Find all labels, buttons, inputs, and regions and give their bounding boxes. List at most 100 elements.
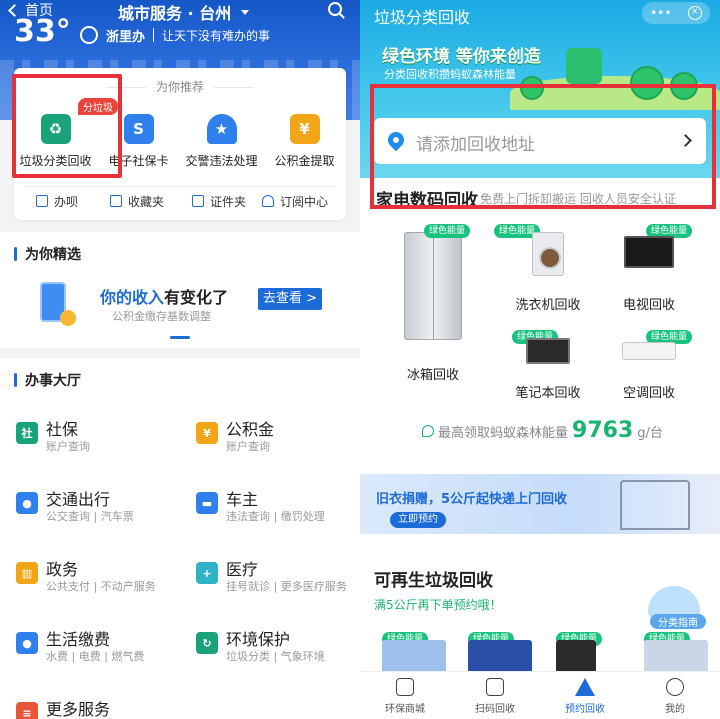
divider bbox=[24, 186, 336, 187]
hall-item-subtitle: 公交查询 | 汽车票 bbox=[46, 510, 134, 523]
tool-label: 订阅中心 bbox=[280, 194, 329, 209]
tool-label: 办呗 bbox=[54, 194, 79, 209]
recyclable-title: 可再生垃圾回收 bbox=[374, 571, 493, 591]
sort-guide-button[interactable]: 分类指南 bbox=[644, 582, 708, 629]
tab-label: 扫码回收 bbox=[475, 704, 515, 715]
hall-item-title: 公积金 bbox=[226, 420, 275, 439]
hall-item-subtitle: 账户查询 bbox=[226, 440, 270, 453]
tool-ban-bei[interactable]: 办呗 bbox=[36, 192, 78, 210]
section-bar bbox=[14, 373, 17, 387]
hall-item[interactable]: 社社保 账户查询 bbox=[0, 398, 180, 468]
shoes-icon[interactable] bbox=[468, 640, 532, 674]
garbage-recycle-screen: 垃圾分类回收 ••• × 绿色环境 等你来创造 分类回收积攒蚂蚁森林能量 请添加… bbox=[360, 0, 720, 719]
water-drop-icon: ● bbox=[16, 632, 38, 654]
more-services-icon: ≡ bbox=[16, 702, 38, 719]
hall-item-subtitle: 挂号就诊 | 更多医疗服务 bbox=[226, 580, 347, 593]
section-title: 办事大厅 bbox=[25, 373, 81, 389]
view-button[interactable]: 去查看 > bbox=[258, 288, 322, 310]
bell-icon bbox=[262, 195, 274, 207]
recycle-icon: ↻ bbox=[196, 632, 218, 654]
fridge-icon bbox=[404, 232, 462, 340]
highlight-box bbox=[370, 84, 716, 209]
ban-bei-icon bbox=[36, 195, 48, 207]
featured-title-rest: 有变化了 bbox=[164, 288, 229, 307]
tool-subscription[interactable]: 订阅中心 bbox=[262, 192, 328, 210]
hall-item[interactable]: ≡ 更多服务 bbox=[0, 678, 180, 719]
city-selector[interactable]: 城市服务 · 台州 bbox=[118, 0, 250, 24]
hall-item-title: 更多服务 bbox=[46, 700, 111, 719]
zheliban-logo-icon bbox=[80, 26, 98, 44]
section-bar bbox=[14, 247, 17, 261]
energy-note: 最高领取蚂蚁森林能量 9763 g/台 bbox=[422, 418, 663, 443]
hall-item-title: 生活缴费 bbox=[46, 630, 111, 649]
close-icon[interactable]: × bbox=[687, 6, 702, 20]
income-illustration-icon bbox=[30, 282, 80, 328]
hall-item[interactable]: ¥ 公积金 账户查询 bbox=[180, 398, 360, 468]
recommend-item-label: 公积金提取 bbox=[274, 154, 335, 168]
carousel-indicator[interactable] bbox=[170, 336, 190, 339]
energy-tag: 绿色能量 bbox=[424, 224, 471, 238]
hall-item[interactable]: ▥ 政务 公共支付 | 不动产服务 bbox=[0, 538, 180, 608]
clothes-donation-banner[interactable]: 旧衣捐赠，5公斤起快递上门回收 立即预约 bbox=[360, 474, 720, 534]
tool-id-folder[interactable]: 证件夹 bbox=[192, 192, 246, 210]
recommend-item-traffic-police[interactable]: ★ 交警违法处理 bbox=[180, 110, 263, 169]
mini-app-capsule: ••• × bbox=[642, 2, 710, 24]
tab-scan-recycle[interactable]: 扫码回收 bbox=[450, 672, 540, 719]
banner-text: 旧衣捐赠，5公斤起快递上门回收 bbox=[376, 492, 568, 507]
car-icon: ▬ bbox=[196, 492, 218, 514]
tv-icon bbox=[624, 236, 674, 268]
appliance-label: 冰箱回收 bbox=[406, 368, 459, 383]
temperature: 33° bbox=[14, 14, 71, 49]
featured-title: 你的收入有变化了 bbox=[100, 284, 228, 308]
hall-item-title: 环境保护 bbox=[226, 630, 291, 649]
hall-item[interactable]: ● 生活缴费 水费 | 电费 | 燃气费 bbox=[0, 608, 180, 678]
recycle-truck-icon bbox=[566, 48, 602, 84]
bag-icon[interactable] bbox=[556, 640, 596, 674]
energy-prefix: 最高领取蚂蚁森林能量 bbox=[438, 426, 569, 441]
caret-down-icon bbox=[241, 9, 250, 15]
tab-label: 我的 bbox=[665, 704, 685, 715]
leaf-icon bbox=[422, 424, 434, 437]
appliance-label: 电视回收 bbox=[622, 298, 675, 313]
search-icon[interactable] bbox=[328, 2, 342, 16]
hall-item-title: 医疗 bbox=[226, 560, 259, 579]
divider bbox=[153, 28, 155, 42]
recycle-triangle-icon bbox=[575, 678, 595, 696]
banner-button[interactable]: 立即预约 bbox=[390, 512, 446, 528]
brand-name: 浙里办 bbox=[106, 29, 146, 45]
hall-item-title: 政务 bbox=[46, 560, 79, 579]
tab-eco-mall[interactable]: 环保商城 bbox=[360, 672, 450, 719]
hall-item-subtitle: 垃圾分类 | 气象环境 bbox=[226, 650, 325, 663]
bottom-tab-bar: 环保商城 扫码回收 预约回收 我的 bbox=[360, 671, 720, 719]
clothes-rack-icon bbox=[620, 480, 690, 530]
section-title: 为你精选 bbox=[25, 247, 81, 263]
tab-mine[interactable]: 我的 bbox=[630, 672, 720, 719]
yuan-house-icon: ¥ bbox=[289, 114, 320, 144]
hall-item[interactable]: + 医疗 挂号就诊 | 更多医疗服务 bbox=[180, 538, 360, 608]
more-icon[interactable]: ••• bbox=[650, 6, 671, 20]
tab-book-recycle[interactable]: 预约回收 bbox=[540, 672, 630, 719]
social-security-card-icon: S bbox=[123, 114, 154, 144]
featured-section: 为你精选 你的收入有变化了 公积金缴存基数调整 去查看 > bbox=[0, 232, 360, 348]
hall-item-title: 车主 bbox=[226, 490, 259, 509]
blanket-icon[interactable] bbox=[644, 640, 708, 674]
screenshot-wrap: 首页 城市服务 · 台州 33° 浙里办 让天下没有难办的事 为你推荐 ♻ 垃圾… bbox=[0, 0, 720, 719]
recommend-item-housing-fund[interactable]: ¥ 公积金提取 bbox=[263, 110, 346, 169]
tool-favorites[interactable]: 收藏夹 bbox=[110, 192, 164, 210]
washing-machine-icon bbox=[532, 232, 564, 276]
appliance-label: 空调回收 bbox=[622, 386, 675, 401]
sort-guide-label: 分类指南 bbox=[650, 614, 706, 629]
city-services-screen: 首页 城市服务 · 台州 33° 浙里办 让天下没有难办的事 为你推荐 ♻ 垃圾… bbox=[0, 0, 360, 719]
folder-icon bbox=[110, 195, 122, 207]
hall-item[interactable]: ● 交通出行 公交查询 | 汽车票 bbox=[0, 468, 180, 538]
traffic-light-icon: ● bbox=[16, 492, 38, 514]
hall-item-subtitle: 违法查询 | 缴罚处理 bbox=[226, 510, 325, 523]
service-hall-section: 办事大厅 社社保 账户查询 ¥ 公积金 账户查询 ● 交通出行 公交查询 | 汽车票 ▬ 车主 违法… bbox=[0, 358, 360, 719]
hall-item[interactable]: ▬ 车主 违法查询 | 缴罚处理 bbox=[180, 468, 360, 538]
hall-item[interactable]: ↻ 环境保护 垃圾分类 | 气象环境 bbox=[180, 608, 360, 678]
shopping-bag-icon bbox=[396, 678, 414, 696]
coin-icon bbox=[60, 310, 76, 326]
shirt-icon[interactable] bbox=[382, 640, 446, 674]
recommend-item-label: 交警违法处理 bbox=[185, 154, 258, 168]
featured-title-highlight: 你的收入 bbox=[100, 288, 165, 307]
